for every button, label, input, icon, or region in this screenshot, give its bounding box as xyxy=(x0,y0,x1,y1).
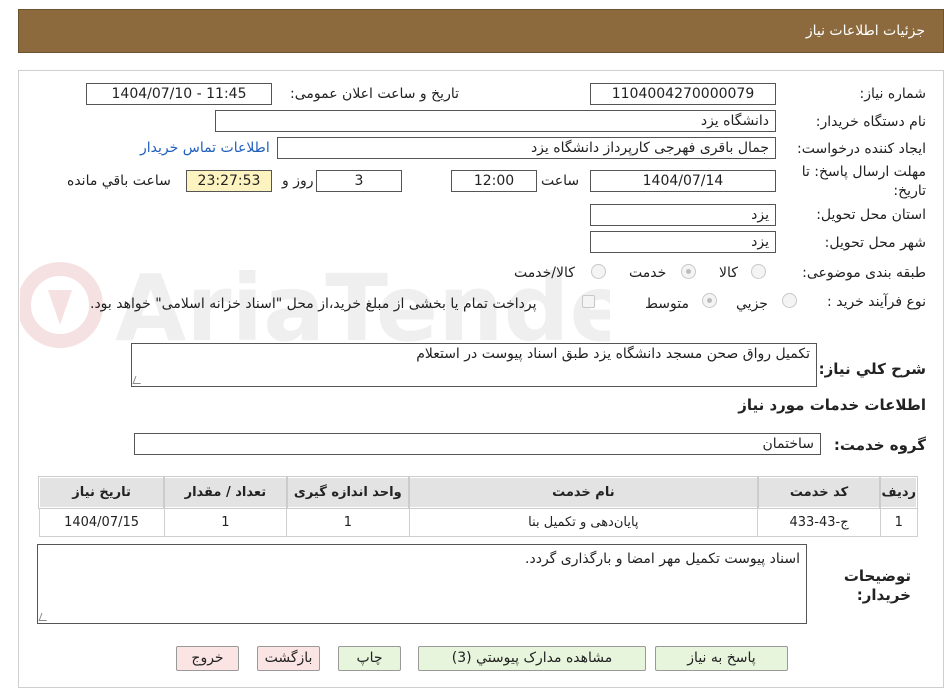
summary-label: شرح کلي نیاز: xyxy=(818,360,926,378)
process-label: نوع فرآیند خرید : xyxy=(827,294,926,310)
services-heading: اطلاعات خدمات مورد نیاز xyxy=(738,396,926,414)
resize-handle-icon[interactable] xyxy=(132,376,144,384)
process-minor-radio[interactable] xyxy=(782,293,797,308)
announce-label: تاریخ و ساعت اعلان عمومی: xyxy=(290,86,459,102)
table-header-row: ردیف کد خدمت نام خدمت واحد اندازه گیری ت… xyxy=(37,476,918,509)
days-field: 3 xyxy=(316,170,402,192)
col-unit-header: واحد اندازه گیری xyxy=(285,476,411,509)
city-field: یزد xyxy=(590,231,776,253)
creator-label: ایجاد کننده درخواست: xyxy=(797,141,926,157)
cell-code: ج-43-433 xyxy=(757,507,881,537)
col-qty-header: تعداد / مقدار xyxy=(163,476,288,509)
remaining-label: ساعت باقي مانده xyxy=(67,173,171,189)
category-service-radio[interactable] xyxy=(681,264,696,279)
col-row-header: ردیف xyxy=(879,476,918,509)
buyer-org-field: دانشگاه یزد xyxy=(215,110,776,132)
need-number-label: شماره نیاز: xyxy=(859,86,927,102)
category-goods-label: کالا xyxy=(719,265,738,281)
need-number-field: 1104004270000079 xyxy=(590,83,776,105)
col-code-header: کد خدمت xyxy=(756,476,882,509)
page-header: جزئیات اطلاعات نیاز xyxy=(18,9,944,53)
services-table: ردیف کد خدمت نام خدمت واحد اندازه گیری ت… xyxy=(37,476,918,537)
print-button[interactable]: چاپ xyxy=(338,646,401,671)
notes-label: توضیحات xyxy=(843,567,911,585)
service-group-label: گروه خدمت: xyxy=(833,436,926,454)
category-goods-service-radio[interactable] xyxy=(591,264,606,279)
creator-field: جمال باقری فهرجی کارپرداز دانشگاه یزد xyxy=(277,137,776,159)
notes-text: اسناد پیوست تکمیل مهر امضا و بارگذاری گر… xyxy=(525,551,800,567)
service-group-field: ساختمان xyxy=(134,433,821,455)
province-label: استان محل تحویل: xyxy=(816,207,926,223)
table-row: 1 ج-43-433 پایان‌دهی و تکمیل بنا 1 1 140… xyxy=(38,507,918,537)
deadline-label-date: تاریخ: xyxy=(893,183,926,199)
process-medium-radio[interactable] xyxy=(702,293,717,308)
col-date-header: تاریخ نیاز xyxy=(37,476,166,509)
cell-row: 1 xyxy=(879,507,918,537)
deadline-date-field: 1404/07/14 xyxy=(590,170,776,192)
buyer-org-label: نام دستگاه خریدار: xyxy=(815,114,926,130)
resize-handle-icon[interactable] xyxy=(38,613,50,621)
exit-button[interactable]: خروج xyxy=(176,646,239,671)
cell-date: 1404/07/15 xyxy=(38,507,165,537)
cell-qty: 1 xyxy=(163,507,288,537)
deadline-time-label: ساعت xyxy=(541,173,580,189)
view-attachments-button[interactable]: مشاهده مدارک پیوستي (3) xyxy=(418,646,646,671)
reply-button[interactable]: پاسخ به نیاز xyxy=(655,646,788,671)
process-minor-label: جزيي xyxy=(736,296,768,312)
remaining-time-field: 23:27:53 xyxy=(186,170,272,192)
buyer-contact-link[interactable]: اطلاعات تماس خریدار xyxy=(140,140,270,156)
notes-textarea: اسناد پیوست تکمیل مهر امضا و بارگذاری گر… xyxy=(37,544,807,624)
treasury-payment-note: پرداخت تمام یا بخشی از مبلغ خرید،از محل … xyxy=(90,296,537,312)
announce-field: 1404/07/10 - 11:45 xyxy=(86,83,272,105)
category-label: طبقه بندی موضوعی: xyxy=(802,265,926,281)
treasury-payment-checkbox[interactable] xyxy=(582,295,595,308)
province-field: یزد xyxy=(590,204,776,226)
notes-label-2: خریدار: xyxy=(856,586,911,604)
back-button[interactable]: بازگشت xyxy=(257,646,320,671)
category-goods-radio[interactable] xyxy=(751,264,766,279)
col-name-header: نام خدمت xyxy=(408,476,759,509)
deadline-label: مهلت ارسال پاسخ: تا xyxy=(801,164,926,180)
category-goods-service-label: کالا/خدمت xyxy=(514,265,575,281)
cell-name: پایان‌دهی و تکمیل بنا xyxy=(408,507,759,537)
cell-unit: 1 xyxy=(286,507,410,537)
page-title: جزئیات اطلاعات نیاز xyxy=(805,23,925,39)
process-medium-label: متوسط xyxy=(645,296,689,312)
city-label: شهر محل تحویل: xyxy=(824,235,926,251)
days-label: روز و xyxy=(282,173,314,189)
category-service-label: خدمت xyxy=(629,265,667,281)
deadline-time-field: 12:00 xyxy=(451,170,537,192)
summary-text: تکمیل رواق صحن مسجد دانشگاه یزد طبق اسنا… xyxy=(416,346,810,362)
summary-textarea: تکمیل رواق صحن مسجد دانشگاه یزد طبق اسنا… xyxy=(131,343,817,387)
